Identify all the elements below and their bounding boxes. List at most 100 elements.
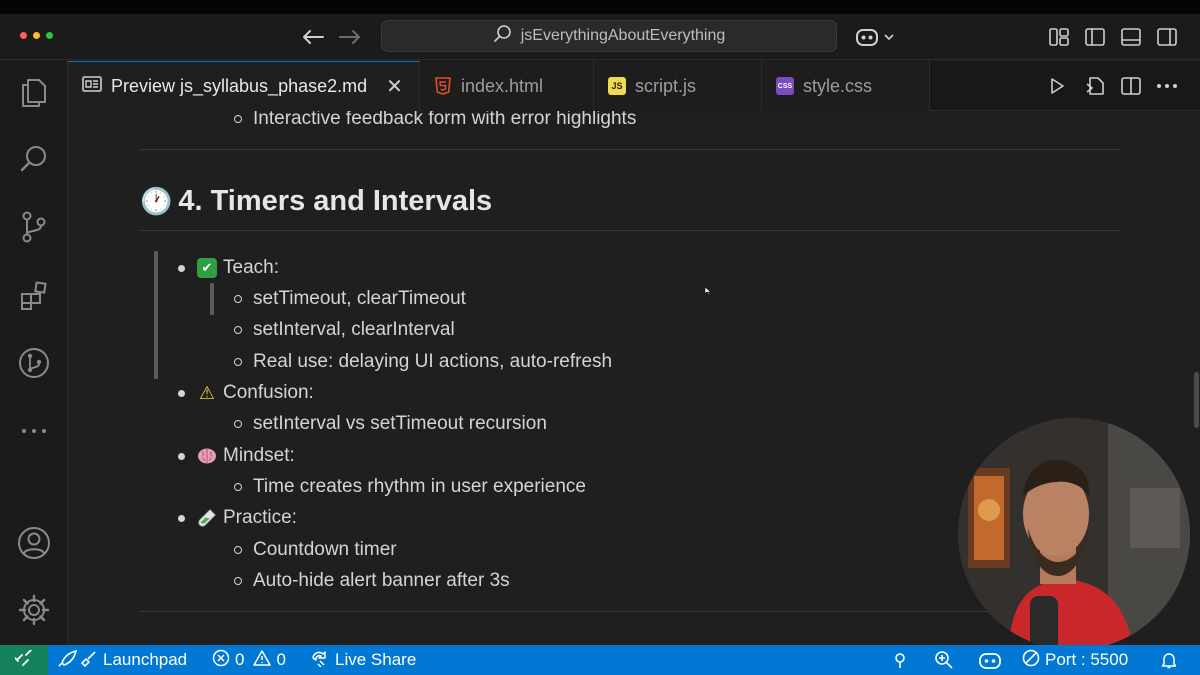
more-actions-icon[interactable] — [1154, 73, 1180, 99]
remote-indicator[interactable] — [0, 645, 48, 675]
close-window-button[interactable] — [20, 32, 27, 39]
css-icon: CSS — [776, 77, 794, 95]
check-mark-emoji: ✔ — [197, 258, 217, 278]
js-icon: JS — [608, 77, 626, 95]
tab-script-js[interactable]: JS script.js — [594, 61, 762, 111]
list-item: setInterval vs setTimeout recursion — [234, 412, 547, 436]
port-label: Port : 5500 — [1045, 650, 1129, 669]
split-editor-icon[interactable] — [1118, 73, 1144, 99]
circle-bullet — [234, 358, 242, 366]
list-item: setTimeout, clearTimeout — [234, 287, 466, 311]
explorer-files-icon[interactable] — [14, 73, 54, 113]
title-bar: jsEverythingAboutEverything — [0, 14, 1200, 60]
launchpad-button[interactable]: Launchpad — [58, 645, 187, 675]
tab-style-css[interactable]: CSS style.css — [762, 61, 930, 111]
search-text: jsEverythingAboutEverything — [520, 27, 726, 44]
customize-layout-icon[interactable] — [1046, 24, 1072, 50]
close-tab-icon[interactable]: ✕ — [386, 74, 403, 99]
command-center-search[interactable]: jsEverythingAboutEverything — [381, 20, 837, 52]
list-item: Auto-hide alert banner after 3s — [234, 569, 510, 593]
list-item: setInterval, clearInterval — [234, 318, 455, 342]
list-item: Interactive feedback form with error hig… — [234, 111, 636, 131]
list-item: ✔ Teach: — [178, 256, 279, 280]
disc-bullet — [178, 389, 185, 397]
launchpad-label: Launchpad — [103, 650, 188, 669]
search-icon — [493, 24, 513, 49]
rocket-icon — [58, 649, 98, 672]
tab-label: style.css — [803, 75, 873, 96]
back-arrow-icon[interactable] — [300, 24, 326, 50]
webcam-overlay — [958, 418, 1190, 650]
horizontal-rule — [140, 611, 1120, 612]
list-item-text: setInterval, clearInterval — [253, 319, 455, 340]
zoom-icon[interactable] — [934, 645, 954, 675]
list-item-text: Auto-hide alert banner after 3s — [253, 570, 510, 591]
tab-preview-markdown[interactable]: Preview js_syllabus_phase2.md ✕ — [68, 61, 420, 111]
no-entry-icon — [1022, 649, 1040, 672]
toggle-panel-icon[interactable] — [1118, 24, 1144, 50]
source-control-icon[interactable] — [14, 207, 54, 247]
zoom-window-button[interactable] — [46, 32, 53, 39]
test-tube-emoji — [197, 508, 217, 528]
run-play-icon[interactable] — [1044, 73, 1070, 99]
list-item: Real use: delaying UI actions, auto-refr… — [234, 350, 612, 374]
forward-arrow-icon[interactable] — [337, 24, 363, 50]
circle-bullet — [234, 295, 242, 303]
live-share-button[interactable]: Live Share — [310, 645, 416, 675]
tab-index-html[interactable]: index.html — [420, 61, 594, 111]
list-item-text: Time creates rhythm in user experience — [253, 476, 586, 497]
list-item-text: Teach: — [223, 257, 279, 278]
live-share-icon — [310, 649, 330, 672]
list-item-text: Countdown timer — [253, 539, 397, 560]
circle-bullet — [234, 115, 242, 123]
copilot-status-icon[interactable] — [978, 645, 1002, 675]
horizontal-rule — [140, 149, 1120, 150]
screen-top-band — [0, 0, 1200, 14]
list-item: Countdown timer — [234, 538, 397, 562]
search-icon[interactable] — [14, 139, 54, 179]
window-controls[interactable] — [20, 32, 53, 39]
section-heading: 🕐 4. Timers and Intervals — [140, 185, 492, 218]
notifications-bell-icon[interactable] — [1160, 645, 1178, 675]
outer-indent-guide — [154, 251, 158, 379]
list-item-text: Real use: delaying UI actions, auto-refr… — [253, 351, 613, 372]
tab-label: index.html — [461, 75, 544, 96]
settings-gear-icon[interactable] — [14, 590, 54, 630]
location-pin-icon[interactable] — [892, 645, 908, 675]
extensions-icon[interactable] — [14, 276, 54, 316]
tab-label: Preview js_syllabus_phase2.md — [111, 76, 368, 96]
disc-bullet — [178, 264, 185, 272]
copilot-menu-icon[interactable] — [855, 24, 899, 50]
list-item-text: setInterval vs setTimeout recursion — [253, 413, 547, 434]
problems-indicator[interactable]: 0 0 — [212, 645, 286, 675]
tab-label: script.js — [635, 75, 697, 96]
disc-bullet — [178, 452, 185, 460]
toggle-primary-sidebar-icon[interactable] — [1082, 24, 1108, 50]
more-views-icon[interactable] — [14, 411, 54, 451]
open-source-icon[interactable] — [1082, 73, 1108, 99]
live-server-port-button[interactable]: Port : 5500 — [1022, 645, 1128, 675]
toggle-secondary-sidebar-icon[interactable] — [1154, 24, 1180, 50]
list-item-text: setTimeout, clearTimeout — [253, 288, 466, 309]
warning-icon — [253, 649, 272, 672]
mouse-cursor-icon — [704, 283, 712, 301]
minimize-window-button[interactable] — [33, 32, 40, 39]
live-share-label: Live Share — [335, 650, 417, 669]
html5-icon — [434, 77, 452, 95]
preview-icon — [82, 75, 102, 98]
circle-bullet — [234, 420, 242, 428]
status-bar: Launchpad 0 0 Live Share Port : 5500 — [0, 645, 1200, 675]
inner-indent-guide — [210, 283, 214, 315]
list-item-text: Interactive feedback form with error hig… — [253, 111, 637, 129]
clock-emoji: 🕐 — [140, 186, 173, 216]
list-item: Practice: — [178, 506, 297, 530]
vertical-scrollbar[interactable] — [1194, 372, 1199, 428]
git-graph-icon[interactable] — [14, 343, 54, 383]
list-item: ⚠ Confusion: — [178, 381, 314, 405]
accounts-icon[interactable] — [14, 523, 54, 563]
list-item-text: Mindset: — [223, 445, 295, 466]
list-item-text: Practice: — [223, 507, 297, 528]
error-icon — [212, 649, 230, 672]
list-item: Mindset: — [178, 444, 295, 468]
error-count: 0 — [235, 650, 245, 669]
